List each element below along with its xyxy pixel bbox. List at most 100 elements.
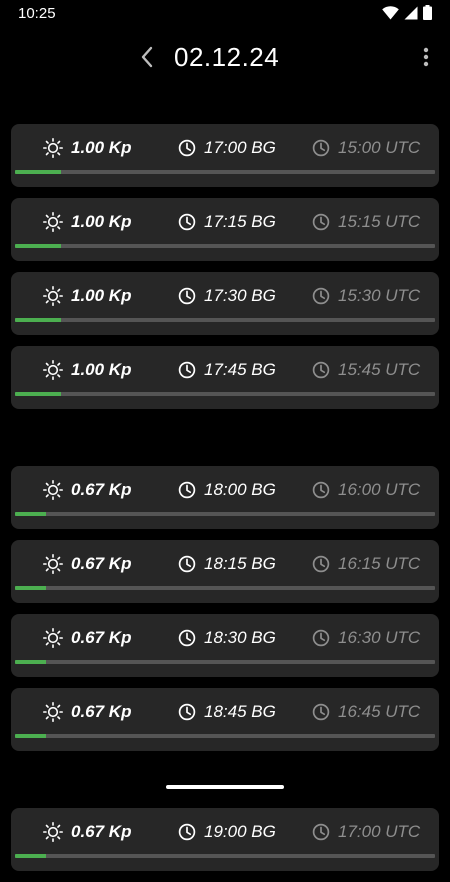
bg-time-label: 18:45 BG bbox=[204, 702, 276, 721]
kp-entry-card[interactable]: 1.00 Kp 17:30 BG 15:30 UTC bbox=[11, 272, 439, 335]
utc-time-label: 16:30 UTC bbox=[338, 628, 421, 647]
kp-label: 0.67 Kp bbox=[71, 822, 132, 841]
kp-entry-card[interactable]: 0.67 Kp 18:15 BG 16:15 UTC bbox=[11, 540, 439, 603]
kp-progress-fill bbox=[15, 170, 62, 174]
kp-progress-fill bbox=[15, 734, 47, 738]
chevron-left-icon bbox=[141, 46, 153, 68]
clock-icon bbox=[312, 481, 330, 499]
bg-time-label: 17:00 BG bbox=[204, 138, 276, 157]
status-icons bbox=[382, 5, 432, 20]
local-time: 18:15 BG bbox=[178, 552, 276, 576]
clock-icon bbox=[312, 555, 330, 573]
kp-entry-card[interactable]: 0.67 Kp 19:00 BG 17:00 UTC bbox=[11, 808, 439, 871]
bg-time-label: 18:30 BG bbox=[204, 628, 276, 647]
clock-icon bbox=[312, 361, 330, 379]
kp-forecast-list[interactable]: 1.00 Kp 17:00 BG 15:00 UTC 1.00 Kp 17:15 BG 1… bbox=[11, 124, 439, 882]
kp-progress-track bbox=[15, 734, 435, 738]
clock-icon bbox=[178, 629, 196, 647]
battery-icon bbox=[423, 5, 432, 20]
local-time: 18:45 BG bbox=[178, 700, 276, 724]
kp-entry-card[interactable]: 0.67 Kp 18:30 BG 16:30 UTC bbox=[11, 614, 439, 677]
clock-icon bbox=[312, 213, 330, 231]
bg-time-label: 18:15 BG bbox=[204, 554, 276, 573]
sun-icon bbox=[43, 212, 63, 232]
sun-icon bbox=[43, 822, 63, 842]
page-title: 02.12.24 bbox=[174, 42, 280, 72]
local-time: 19:00 BG bbox=[178, 820, 276, 844]
sun-icon bbox=[43, 138, 63, 158]
utc-time-label: 15:30 UTC bbox=[338, 286, 421, 305]
bg-time-label: 17:30 BG bbox=[204, 286, 276, 305]
overflow-menu-button[interactable] bbox=[414, 42, 438, 72]
kp-value: 0.67 Kp bbox=[43, 478, 131, 502]
local-time: 17:00 BG bbox=[178, 136, 276, 160]
kp-label: 1.00 Kp bbox=[71, 286, 132, 305]
utc-time-label: 15:45 UTC bbox=[338, 360, 421, 379]
kp-value: 0.67 Kp bbox=[43, 626, 131, 650]
bg-time-label: 18:00 BG bbox=[204, 480, 276, 499]
clock-icon bbox=[178, 139, 196, 157]
kp-progress-track bbox=[15, 512, 435, 516]
kp-value: 0.67 Kp bbox=[43, 820, 131, 844]
utc-time: 15:45 UTC bbox=[312, 358, 420, 382]
sun-icon bbox=[43, 702, 63, 722]
kp-label: 0.67 Kp bbox=[71, 480, 132, 499]
local-time: 17:15 BG bbox=[178, 210, 276, 234]
clock-icon bbox=[178, 213, 196, 231]
signal-icon bbox=[404, 6, 418, 19]
kp-entry-card[interactable]: 1.00 Kp 17:15 BG 15:15 UTC bbox=[11, 198, 439, 261]
kp-progress-fill bbox=[15, 244, 62, 248]
back-button[interactable] bbox=[132, 42, 162, 72]
kp-value: 0.67 Kp bbox=[43, 700, 131, 724]
home-indicator[interactable] bbox=[166, 785, 284, 789]
wifi-icon bbox=[382, 5, 399, 19]
sun-icon bbox=[43, 360, 63, 380]
sun-icon bbox=[43, 286, 63, 306]
kp-entry-card[interactable]: 0.67 Kp 18:00 BG 16:00 UTC bbox=[11, 466, 439, 529]
utc-time: 16:45 UTC bbox=[312, 700, 420, 724]
local-time: 18:00 BG bbox=[178, 478, 276, 502]
kp-progress-fill bbox=[15, 854, 47, 858]
clock-icon bbox=[178, 481, 196, 499]
utc-time: 17:00 UTC bbox=[312, 820, 420, 844]
clock-icon bbox=[178, 703, 196, 721]
kp-value: 1.00 Kp bbox=[43, 284, 131, 308]
local-time: 17:30 BG bbox=[178, 284, 276, 308]
kp-progress-fill bbox=[15, 392, 62, 396]
local-time: 18:30 BG bbox=[178, 626, 276, 650]
kp-progress-track bbox=[15, 586, 435, 590]
kp-label: 0.67 Kp bbox=[71, 702, 132, 721]
sun-icon bbox=[43, 554, 63, 574]
kp-progress-track bbox=[15, 392, 435, 396]
clock-icon bbox=[312, 287, 330, 305]
kp-progress-fill bbox=[15, 660, 47, 664]
kp-progress-track bbox=[15, 660, 435, 664]
kp-progress-track bbox=[15, 170, 435, 174]
kp-progress-track bbox=[15, 854, 435, 858]
kp-entry-card[interactable]: 1.00 Kp 17:45 BG 15:45 UTC bbox=[11, 346, 439, 409]
clock-icon bbox=[178, 823, 196, 841]
utc-time: 15:00 UTC bbox=[312, 136, 420, 160]
kp-label: 1.00 Kp bbox=[71, 360, 132, 379]
utc-time: 15:30 UTC bbox=[312, 284, 420, 308]
kp-value: 1.00 Kp bbox=[43, 358, 131, 382]
kp-entry-card[interactable]: 1.00 Kp 17:00 BG 15:00 UTC bbox=[11, 124, 439, 187]
utc-time-label: 16:00 UTC bbox=[338, 480, 421, 499]
utc-time: 16:00 UTC bbox=[312, 478, 420, 502]
kp-value: 1.00 Kp bbox=[43, 136, 131, 160]
bg-time-label: 17:15 BG bbox=[204, 212, 276, 231]
utc-time-label: 16:45 UTC bbox=[338, 702, 421, 721]
clock-icon bbox=[178, 361, 196, 379]
sun-icon bbox=[43, 628, 63, 648]
kp-progress-track bbox=[15, 244, 435, 248]
kp-progress-fill bbox=[15, 512, 47, 516]
kp-entry-card[interactable]: 0.67 Kp 18:45 BG 16:45 UTC bbox=[11, 688, 439, 751]
kp-progress-fill bbox=[15, 318, 62, 322]
kp-value: 0.67 Kp bbox=[43, 552, 131, 576]
clock-icon bbox=[312, 139, 330, 157]
clock-icon bbox=[178, 287, 196, 305]
status-time: 10:25 bbox=[18, 5, 56, 22]
bg-time-label: 17:45 BG bbox=[204, 360, 276, 379]
kp-label: 1.00 Kp bbox=[71, 138, 132, 157]
